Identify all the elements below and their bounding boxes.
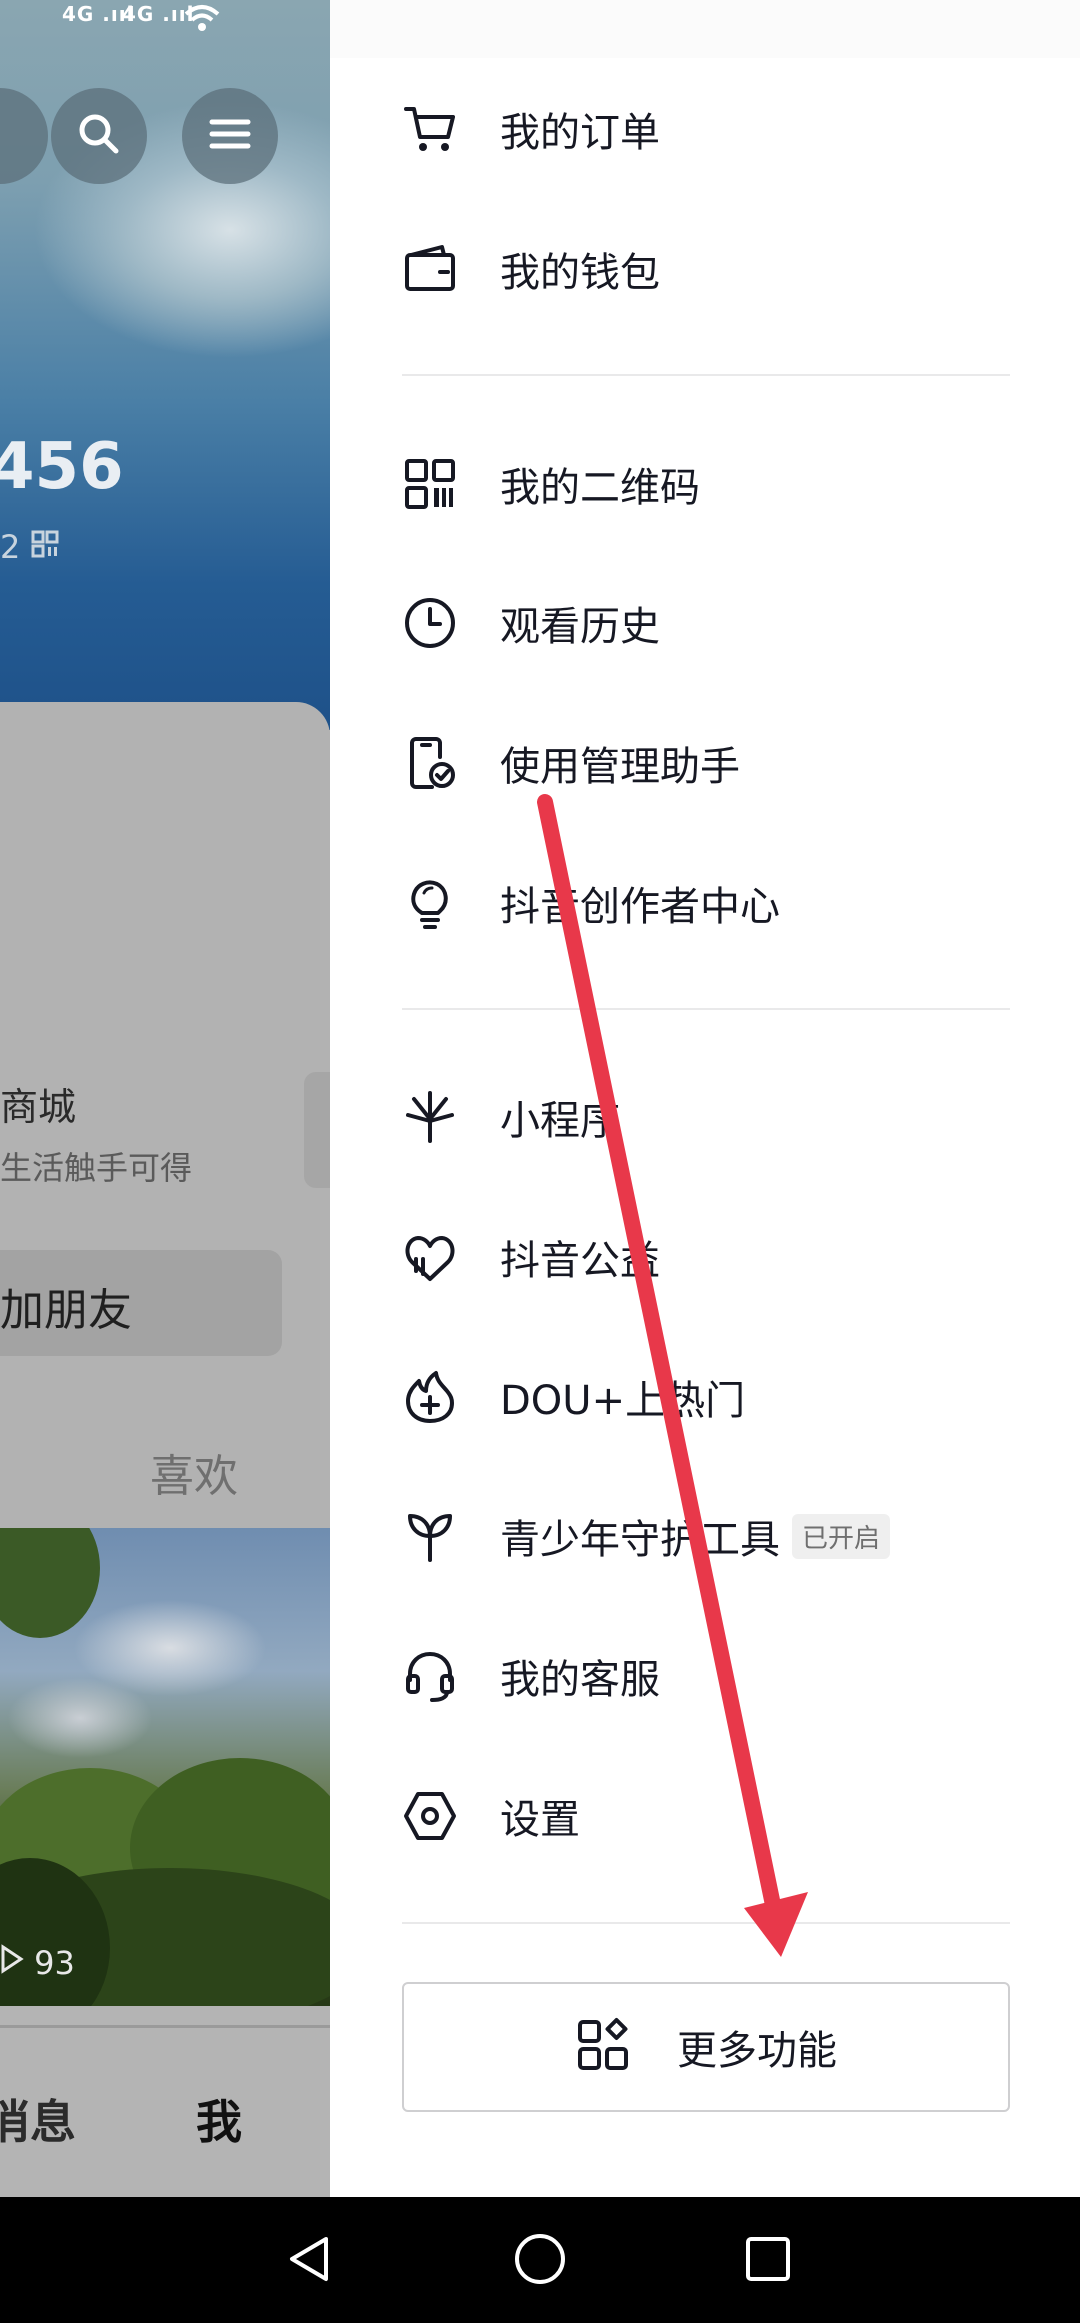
screen: 4G .ııl 4G .ııl 456 2 商城 生活触手可得 加朋友 喜欢 9… xyxy=(0,0,1080,2323)
heart-hands-icon xyxy=(402,1229,458,1285)
recents-square-icon xyxy=(740,2231,796,2291)
video-thumbnail[interactable] xyxy=(0,1498,330,2038)
menu-label: 青少年守护工具 xyxy=(500,1517,780,1563)
menu-label: 我的二维码 xyxy=(500,465,700,511)
menu-item-usage-manager[interactable]: 使用管理助手 xyxy=(402,713,1042,813)
back-button[interactable] xyxy=(270,2221,350,2301)
shop-entry-subtitle: 生活触手可得 xyxy=(0,1149,193,1187)
menu-item-history[interactable]: 观看历史 xyxy=(402,573,1042,673)
add-friend-button[interactable]: 加朋友 xyxy=(0,1250,282,1356)
wallet-icon xyxy=(402,241,458,297)
menu-label: 小程序 xyxy=(500,1098,620,1144)
menu-item-youth-protection[interactable]: 青少年守护工具 已开启 xyxy=(402,1486,1042,1586)
profile-id: 2 xyxy=(0,528,59,566)
shop-entry-title[interactable]: 商城 xyxy=(0,1076,76,1131)
grid-apps-icon xyxy=(575,2017,631,2077)
bottom-tab-bar: 消息 我 xyxy=(0,2025,330,2197)
qrcode-small-icon xyxy=(31,528,59,566)
menu-button[interactable] xyxy=(182,88,278,184)
mini-program-icon xyxy=(402,1089,458,1145)
home-button[interactable] xyxy=(500,2221,580,2301)
menu-item-wallet[interactable]: 我的钱包 xyxy=(402,219,1042,319)
cart-icon xyxy=(402,101,458,157)
side-drawer-menu: 我的订单 我的钱包 我的二维码 观看历史 使用管理助手 抖音创作者中心 小程序 … xyxy=(330,0,1080,2197)
menu-divider xyxy=(402,1922,1010,1924)
menu-item-orders[interactable]: 我的订单 xyxy=(402,79,1042,179)
menu-label: 我的客服 xyxy=(500,1657,660,1703)
menu-label: 设置 xyxy=(500,1797,580,1843)
profile-count: 456 xyxy=(0,430,124,504)
home-circle-icon xyxy=(512,2231,568,2291)
menu-label: 观看历史 xyxy=(500,604,660,650)
hamburger-icon xyxy=(206,114,254,158)
menu-item-settings[interactable]: 设置 xyxy=(402,1766,1042,1866)
tab-likes[interactable]: 喜欢 xyxy=(150,1440,238,1504)
play-outline-icon xyxy=(0,1944,34,1982)
menu-item-dou-plus[interactable]: DOU+上热门 xyxy=(402,1347,1042,1447)
flame-plus-icon xyxy=(402,1369,458,1425)
menu-item-creator-center[interactable]: 抖音创作者中心 xyxy=(402,853,1042,953)
menu-item-qrcode[interactable]: 我的二维码 xyxy=(402,434,1042,534)
menu-label: 我的钱包 xyxy=(500,250,660,296)
menu-divider xyxy=(402,1008,1010,1010)
side-tab[interactable] xyxy=(304,1072,330,1188)
menu-divider xyxy=(402,374,1010,376)
search-button[interactable] xyxy=(51,88,147,184)
video-views: 93 xyxy=(0,1944,75,1982)
menu-item-charity[interactable]: 抖音公益 xyxy=(402,1207,1042,1307)
drawer-status-strip xyxy=(330,0,1080,58)
more-features-label: 更多功能 xyxy=(677,2028,837,2074)
phone-check-icon xyxy=(402,735,458,791)
menu-label: DOU+上热门 xyxy=(500,1378,746,1424)
wifi-icon xyxy=(182,2,222,39)
clock-icon xyxy=(402,595,458,651)
menu-label: 抖音公益 xyxy=(500,1238,660,1284)
tab-messages[interactable]: 消息 xyxy=(0,2086,76,2152)
add-friend-label: 加朋友 xyxy=(0,1285,132,1336)
menu-label: 我的订单 xyxy=(500,110,660,156)
system-navigation-bar xyxy=(0,2197,1080,2323)
menu-label: 使用管理助手 xyxy=(500,744,740,790)
recents-button[interactable] xyxy=(728,2221,808,2301)
search-icon xyxy=(74,109,124,163)
tree-canopy-graphic xyxy=(0,1498,330,2038)
back-triangle-icon xyxy=(282,2231,338,2291)
status-badge: 已开启 xyxy=(792,1513,891,1559)
menu-item-customer-service[interactable]: 我的客服 xyxy=(402,1626,1042,1726)
menu-item-mini-program[interactable]: 小程序 xyxy=(402,1067,1042,1167)
profile-page-background[interactable]: 4G .ııl 4G .ııl 456 2 商城 生活触手可得 加朋友 喜欢 9… xyxy=(0,0,330,2197)
headset-icon xyxy=(402,1648,458,1704)
menu-label: 抖音创作者中心 xyxy=(500,884,780,930)
tab-me[interactable]: 我 xyxy=(196,2086,242,2152)
more-features-button[interactable]: 更多功能 xyxy=(402,1982,1010,2112)
sprout-icon xyxy=(402,1508,458,1564)
profile-cover xyxy=(0,0,330,730)
hexagon-settings-icon xyxy=(402,1788,458,1844)
qrcode-icon xyxy=(402,456,458,512)
lightbulb-icon xyxy=(402,875,458,931)
